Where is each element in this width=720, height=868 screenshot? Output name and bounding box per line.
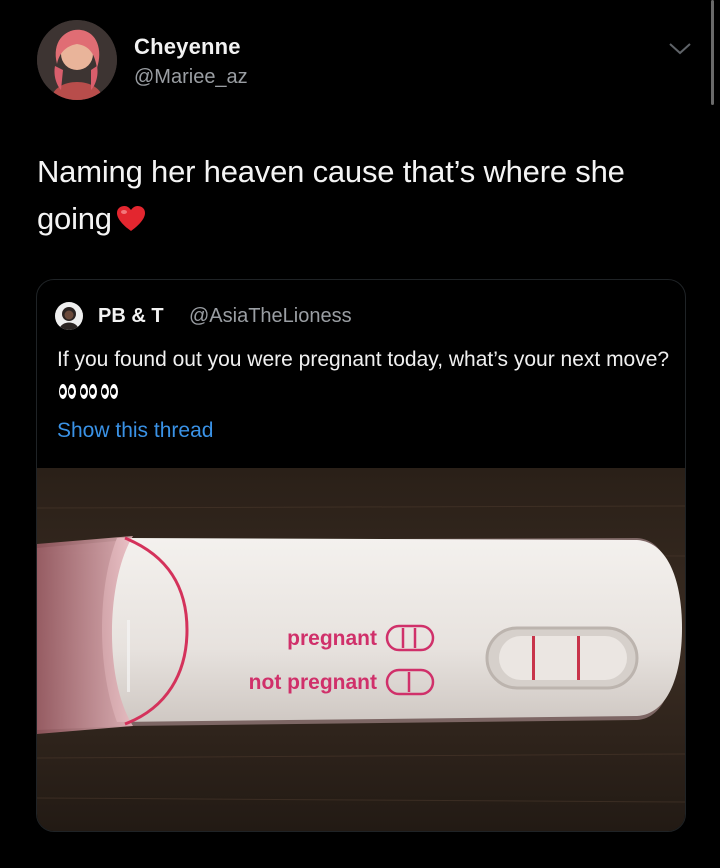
quoted-display-name[interactable]: PB & T [98, 305, 164, 328]
scrollbar[interactable] [711, 0, 714, 105]
quoted-avatar[interactable] [55, 302, 83, 330]
quoted-tweet-card[interactable]: PB & T @AsiaTheLioness If you found out … [36, 279, 686, 832]
eyes-icon [59, 384, 118, 399]
avatar-image [37, 20, 117, 100]
heart-icon [116, 206, 145, 231]
tweet-text: Naming her heaven cause that’s where she… [37, 148, 697, 242]
quoted-tweet-body: If you found out you were pregnant today… [57, 348, 670, 371]
show-thread-link[interactable]: Show this thread [57, 419, 213, 443]
quoted-tweet-text: If you found out you were pregnant today… [57, 344, 672, 406]
not-pregnant-label: not pregnant [249, 671, 377, 694]
tweet-header: Cheyenne @Mariee_az [37, 20, 691, 110]
quoted-avatar-image [55, 302, 83, 330]
pregnant-label: pregnant [287, 627, 377, 650]
user-handle[interactable]: @Mariee_az [134, 66, 248, 89]
pregnancy-test-image[interactable]: pregnant not pregnant [37, 468, 685, 831]
quoted-user-handle[interactable]: @AsiaTheLioness [189, 305, 352, 328]
display-name[interactable]: Cheyenne [134, 34, 241, 60]
avatar[interactable] [37, 20, 117, 100]
chevron-down-icon[interactable] [667, 38, 693, 58]
